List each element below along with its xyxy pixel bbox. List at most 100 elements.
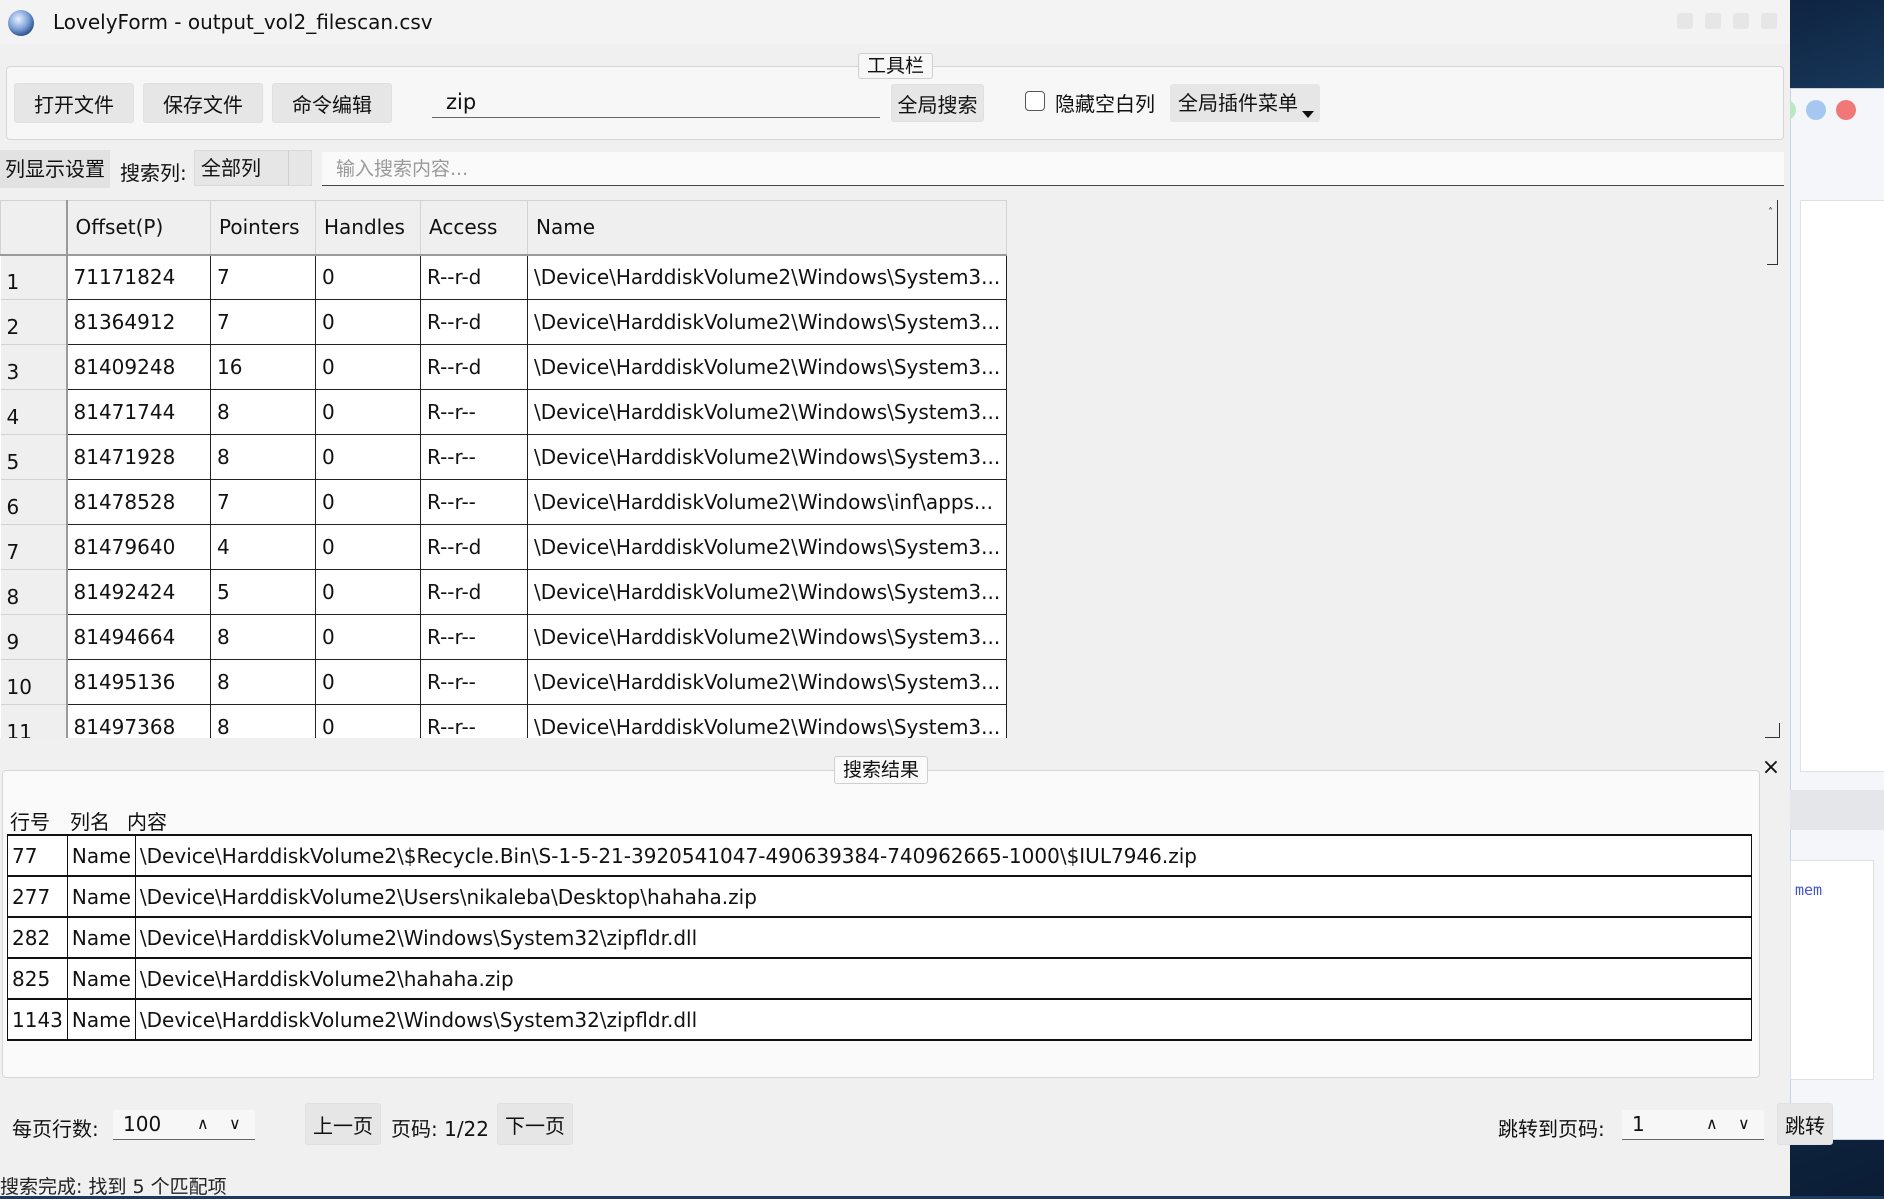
spin-up-icon[interactable]: ∧ (197, 1116, 209, 1132)
row-number-cell[interactable]: 7 (0, 524, 68, 570)
table-row[interactable]: 4 81471744 8 0 R--r-- \Device\HarddiskVolume2… (0, 389, 1008, 435)
result-row[interactable]: 77 Name \Device\HarddiskVolume2\$Recycle.B… (7, 834, 1753, 877)
result-row[interactable]: 1143 Name \Device\HarddiskVolume2\Windows\… (7, 998, 1753, 1041)
pointers-cell[interactable]: 4 (210, 524, 316, 570)
pointers-cell[interactable]: 8 (210, 389, 316, 435)
offset-cell[interactable]: 81494664 (66, 614, 211, 660)
name-cell[interactable]: \Device\HarddiskVolume2\Windows\System3.… (527, 659, 1008, 705)
access-cell[interactable]: R--r-d (420, 254, 528, 300)
table-row[interactable]: 8 81492424 5 0 R--r-d \Device\HarddiskVolume2… (0, 569, 1008, 615)
goto-spin-down-icon[interactable]: ∨ (1738, 1116, 1750, 1132)
row-number-cell[interactable]: 4 (0, 389, 68, 435)
scroll-up-icon[interactable]: ˄ (1768, 208, 1773, 218)
global-search-button[interactable]: 全局搜索 (891, 84, 984, 122)
table-row[interactable]: 1 71171824 7 0 R--r-d \Device\HarddiskVolume2… (0, 254, 1008, 300)
handles-cell[interactable]: 0 (315, 569, 421, 615)
rows-per-page-spinbox[interactable]: 100 ∧ ∨ (113, 1110, 255, 1140)
pointers-cell[interactable]: 7 (210, 479, 316, 525)
minimize-button[interactable] (1677, 13, 1693, 29)
table-row[interactable]: 6 81478528 7 0 R--r-- \Device\HarddiskVolume2… (0, 479, 1008, 525)
name-cell[interactable]: \Device\HarddiskVolume2\Windows\System3.… (527, 344, 1008, 390)
name-cell[interactable]: \Device\HarddiskVolume2\Windows\System3.… (527, 569, 1008, 615)
column-header-offset[interactable]: Offset(P) (66, 200, 211, 256)
offset-cell[interactable]: 81409248 (66, 344, 211, 390)
goto-spin-up-icon[interactable]: ∧ (1706, 1116, 1718, 1132)
name-cell[interactable]: \Device\HarddiskVolume2\Windows\System3.… (527, 704, 1008, 738)
goto-page-spinbox[interactable]: 1 ∧ ∨ (1622, 1110, 1764, 1140)
grid-vertical-scrollbar[interactable]: ˄ (1765, 200, 1781, 738)
access-cell[interactable]: R--r-- (420, 659, 528, 705)
name-cell[interactable]: \Device\HarddiskVolume2\Windows\System3.… (527, 299, 1008, 345)
offset-cell[interactable]: 71171824 (66, 254, 211, 300)
handles-cell[interactable]: 0 (315, 254, 421, 300)
table-row[interactable]: 9 81494664 8 0 R--r-- \Device\HarddiskVolume2… (0, 614, 1008, 660)
access-cell[interactable]: R--r-d (420, 344, 528, 390)
name-cell[interactable]: \Device\HarddiskVolume2\Windows\System3.… (527, 524, 1008, 570)
result-column-cell[interactable]: Name (66, 834, 136, 877)
result-content-cell[interactable]: \Device\HarddiskVolume2\hahaha.zip (134, 957, 1753, 1000)
access-cell[interactable]: R--r-- (420, 479, 528, 525)
column-header-pointers[interactable]: Pointers (210, 200, 316, 256)
result-content-cell[interactable]: \Device\HarddiskVolume2\Windows\System32… (134, 998, 1753, 1041)
row-number-cell[interactable]: 1 (0, 254, 68, 300)
pointers-cell[interactable]: 7 (210, 254, 316, 300)
handles-cell[interactable]: 0 (315, 299, 421, 345)
access-cell[interactable]: R--r-- (420, 614, 528, 660)
row-number-cell[interactable]: 8 (0, 569, 68, 615)
table-row[interactable]: 10 81495136 8 0 R--r-- \Device\HarddiskVolume… (0, 659, 1008, 705)
result-line-cell[interactable]: 77 (7, 834, 68, 877)
open-file-button[interactable]: 打开文件 (14, 83, 134, 123)
column-header-access[interactable]: Access (420, 200, 528, 256)
close-window-button[interactable] (1733, 13, 1749, 29)
pointers-cell[interactable]: 16 (210, 344, 316, 390)
access-cell[interactable]: R--r-d (420, 569, 528, 615)
offset-cell[interactable]: 81471744 (66, 389, 211, 435)
offset-cell[interactable]: 81478528 (66, 479, 211, 525)
command-edit-button[interactable]: 命令编辑 (272, 83, 392, 123)
name-cell[interactable]: \Device\HarddiskVolume2\Windows\System3.… (527, 434, 1008, 480)
row-number-cell[interactable]: 9 (0, 614, 68, 660)
plugin-menu-button[interactable]: 全局插件菜单 (1170, 84, 1320, 122)
extra-window-button[interactable] (1761, 13, 1777, 29)
result-content-cell[interactable]: \Device\HarddiskVolume2\Windows\System32… (134, 916, 1753, 959)
column-header-name[interactable]: Name (526, 200, 1008, 256)
pointers-cell[interactable]: 8 (210, 704, 316, 738)
result-line-cell[interactable]: 282 (7, 916, 68, 959)
row-number-cell[interactable]: 2 (0, 299, 68, 345)
handles-cell[interactable]: 0 (315, 479, 421, 525)
corner-cell[interactable] (0, 200, 68, 256)
access-cell[interactable]: R--r-- (420, 389, 528, 435)
handles-cell[interactable]: 0 (315, 704, 421, 738)
row-number-cell[interactable]: 10 (0, 659, 68, 705)
pointers-cell[interactable]: 7 (210, 299, 316, 345)
name-cell[interactable]: \Device\HarddiskVolume2\Windows\inf\apps… (527, 479, 1008, 525)
result-column-cell[interactable]: Name (66, 875, 136, 918)
prev-page-button[interactable]: 上一页 (305, 1103, 381, 1145)
handles-cell[interactable]: 0 (315, 614, 421, 660)
result-column-cell[interactable]: Name (66, 998, 136, 1041)
result-line-cell[interactable]: 1143 (7, 998, 68, 1041)
maximize-button[interactable] (1705, 13, 1721, 29)
pointers-cell[interactable]: 8 (210, 659, 316, 705)
name-cell[interactable]: \Device\HarddiskVolume2\Windows\System3.… (527, 389, 1008, 435)
global-search-input[interactable]: zip (432, 86, 880, 118)
handles-cell[interactable]: 0 (315, 659, 421, 705)
offset-cell[interactable]: 81492424 (66, 569, 211, 615)
offset-cell[interactable]: 81471928 (66, 434, 211, 480)
result-column-cell[interactable]: Name (66, 916, 136, 959)
result-row[interactable]: 282 Name \Device\HarddiskVolume2\Windows\S… (7, 916, 1753, 959)
result-line-cell[interactable]: 825 (7, 957, 68, 1000)
next-page-button[interactable]: 下一页 (497, 1103, 573, 1145)
result-row[interactable]: 277 Name \Device\HarddiskVolume2\Users\nik… (7, 875, 1753, 918)
pointers-cell[interactable]: 8 (210, 434, 316, 480)
close-results-icon[interactable]: × (1758, 755, 1784, 781)
row-number-cell[interactable]: 6 (0, 479, 68, 525)
row-number-cell[interactable]: 11 (0, 704, 68, 738)
row-number-cell[interactable]: 5 (0, 434, 68, 480)
offset-cell[interactable]: 81495136 (66, 659, 211, 705)
save-file-button[interactable]: 保存文件 (143, 83, 263, 123)
table-row[interactable]: 2 81364912 7 0 R--r-d \Device\HarddiskVolume2… (0, 299, 1008, 345)
search-column-select[interactable]: 全部列 (194, 150, 312, 186)
access-cell[interactable]: R--r-- (420, 704, 528, 738)
result-content-cell[interactable]: \Device\HarddiskVolume2\Users\nikaleba\D… (134, 875, 1753, 918)
